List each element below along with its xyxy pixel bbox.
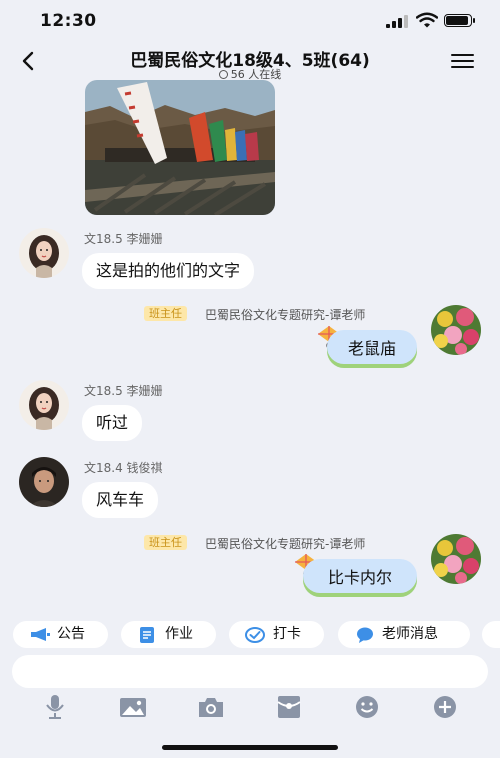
- message-bubble[interactable]: 风车车: [82, 482, 159, 518]
- sender-name: 文18.4 钱俊祺: [84, 461, 163, 475]
- microphone-icon[interactable]: [40, 694, 70, 720]
- image-message[interactable]: [85, 80, 275, 215]
- status-bar: 12:30: [0, 0, 500, 42]
- camera-icon[interactable]: [196, 694, 226, 720]
- homework-button[interactable]: 作业: [121, 621, 216, 648]
- message-bubble[interactable]: 老鼠庙: [327, 330, 417, 368]
- message-bubble[interactable]: 听过: [82, 405, 143, 441]
- wifi-icon: [416, 12, 438, 28]
- sender-name: 巴蜀民俗文化专题研究-谭老师: [205, 537, 366, 551]
- check-icon: [245, 627, 265, 643]
- avatar[interactable]: [19, 380, 69, 430]
- role-badge: 班主任: [144, 535, 187, 550]
- home-indicator: [162, 745, 338, 750]
- quick-actions-bar: 公告 作业 打卡 老师消息: [0, 618, 500, 652]
- check-in-button[interactable]: 打卡: [229, 621, 324, 648]
- document-icon: [140, 627, 154, 643]
- battery-icon: [444, 14, 475, 27]
- sender-name: 文18.5 李姗姗: [84, 384, 163, 398]
- chat-header: 巴蜀民俗文化18级4、5班(64) 56 人在线: [0, 42, 500, 82]
- teacher-avatar[interactable]: [431, 534, 481, 584]
- megaphone-icon: [31, 628, 50, 641]
- role-badge: 班主任: [144, 306, 187, 321]
- menu-icon[interactable]: [451, 52, 475, 70]
- plus-icon[interactable]: [430, 694, 460, 720]
- red-envelope-icon[interactable]: [274, 694, 304, 720]
- message-bubble[interactable]: 这是拍的他们的文字: [82, 253, 255, 289]
- image-icon[interactable]: [118, 694, 148, 720]
- more-actions-button[interactable]: [482, 621, 500, 648]
- emoji-icon[interactable]: [352, 694, 382, 720]
- online-dot-icon: [218, 69, 228, 79]
- status-time: 12:30: [40, 11, 97, 31]
- avatar[interactable]: [19, 228, 69, 278]
- teacher-avatar[interactable]: [431, 305, 481, 355]
- message-bubble[interactable]: 比卡内尔: [303, 559, 417, 597]
- sender-name: 文18.5 李姗姗: [84, 232, 163, 246]
- announcement-button[interactable]: 公告: [13, 621, 108, 648]
- photo-thumbnail: [85, 80, 275, 215]
- message-input[interactable]: [12, 655, 488, 688]
- input-toolbar: [0, 694, 500, 724]
- chat-icon: [357, 627, 373, 643]
- cellular-signal-icon: [386, 14, 410, 28]
- sender-name: 巴蜀民俗文化专题研究-谭老师: [205, 308, 366, 322]
- teacher-messages-button[interactable]: 老师消息: [338, 621, 470, 648]
- avatar[interactable]: [19, 457, 69, 507]
